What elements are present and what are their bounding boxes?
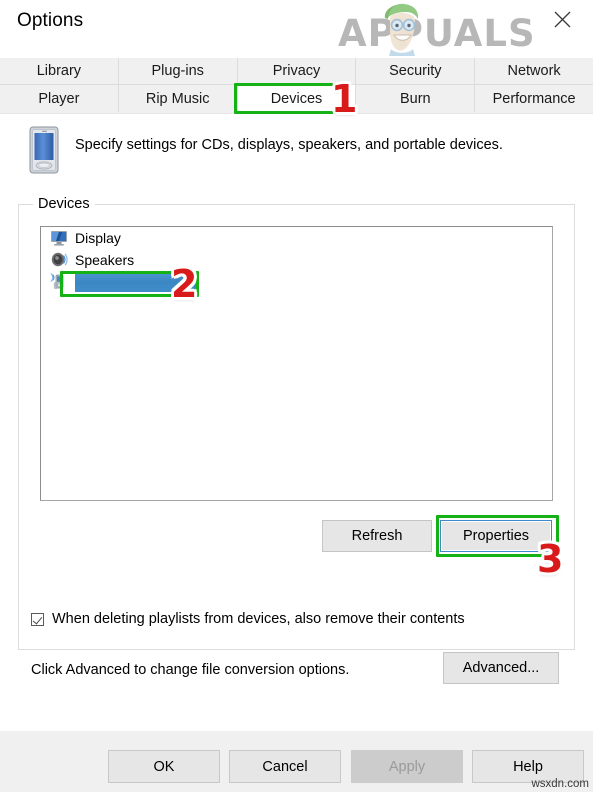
list-item-label: Display [75,230,121,246]
tab-privacy[interactable]: Privacy [237,58,357,85]
appuals-watermark: APPUALS [338,2,552,58]
tab-rip-music[interactable]: Rip Music [118,85,238,112]
tab-security[interactable]: Security [356,58,476,85]
list-item-display[interactable]: Display [41,227,552,249]
checkbox-label: When deleting playlists from devices, al… [52,611,465,627]
advanced-button-label: Advanced... [462,660,540,676]
properties-button-label: Properties [462,528,530,544]
cancel-button-label: Cancel [262,758,308,775]
tab-player[interactable]: Player [0,85,119,112]
page-title: Options [17,10,84,31]
options-dialog: Options APPUALS Library Plug-ins Privacy… [0,0,593,792]
portable-device-icon [29,126,59,174]
appuals-wordmark: APPUALS [338,12,536,55]
refresh-button-label: Refresh [351,528,403,544]
tab-strip: Library Plug-ins Privacy Security Networ… [0,58,593,113]
tab-row-2: Player Rip Music Devices Burn Performanc… [0,85,593,112]
title-bar: Options APPUALS [0,0,593,56]
apply-button: Apply [351,750,463,783]
appuals-mascot-icon [384,3,419,56]
list-item-label: Speakers [75,252,135,268]
checkbox-checked-icon[interactable] [31,612,44,626]
panel-description: Specify settings for CDs, displays, spea… [75,137,503,153]
advanced-button[interactable]: Advanced... [443,652,559,684]
cancel-button[interactable]: Cancel [229,750,341,783]
ok-button[interactable]: OK [108,750,220,783]
apply-button-label: Apply [388,758,426,775]
tab-burn[interactable]: Burn [356,85,476,112]
monitor-icon [49,228,69,248]
help-button-label: Help [513,758,543,775]
devices-group-label: Devices [33,196,95,212]
portable-player-icon [49,272,69,292]
delete-playlists-checkbox-row[interactable]: When deleting playlists from devices, al… [31,611,465,627]
speaker-icon [49,250,69,270]
refresh-button[interactable]: Refresh [322,520,432,552]
close-icon[interactable] [539,2,585,36]
advanced-description: Click Advanced to change file conversion… [31,662,350,678]
tab-performance[interactable]: Performance [475,85,593,112]
properties-button[interactable]: Properties [440,520,552,552]
tab-network[interactable]: Network [475,58,593,85]
tab-row-1: Library Plug-ins Privacy Security Networ… [0,58,593,85]
list-item-speakers[interactable]: Speakers [41,249,552,271]
list-item-portable-device[interactable] [41,271,552,293]
devices-panel: Specify settings for CDs, displays, spea… [0,113,593,731]
list-item-label-redacted [75,272,199,292]
device-list[interactable]: Display Speakers [40,226,553,501]
tab-plug-ins[interactable]: Plug-ins [118,58,238,85]
ok-button-label: OK [153,758,175,775]
tab-devices[interactable]: Devices [237,85,357,112]
tab-library[interactable]: Library [0,58,119,85]
site-watermark: wsxdn.com [531,778,589,790]
